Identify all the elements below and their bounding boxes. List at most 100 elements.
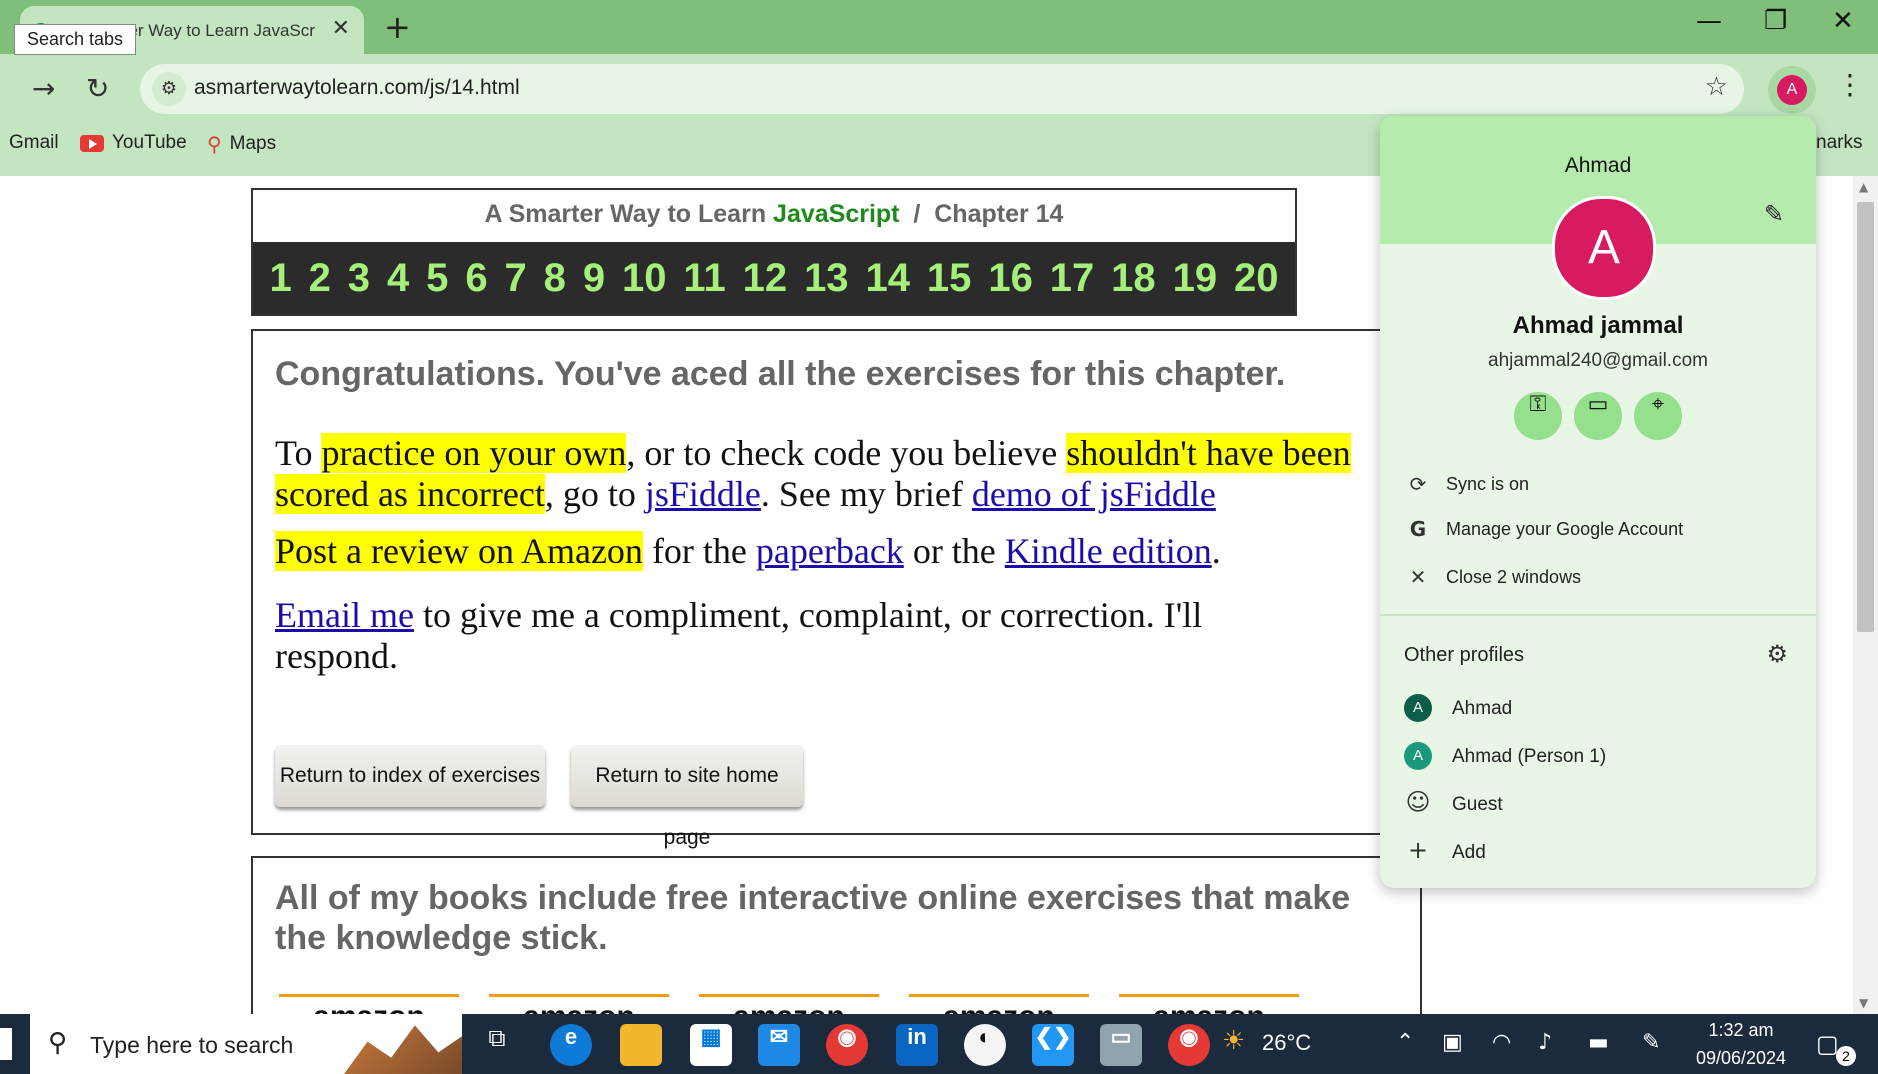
file-explorer-icon[interactable] — [620, 1024, 662, 1066]
addresses-location-icon[interactable]: ⌖ — [1634, 392, 1682, 440]
bookmark-youtube[interactable]: YouTube — [80, 132, 187, 154]
chrome-icon[interactable]: ◉ — [826, 1024, 868, 1066]
task-view-icon[interactable]: ⧉ — [476, 1024, 518, 1066]
profile-avatar-large: A — [1552, 196, 1656, 300]
weather-icon[interactable]: ☀ — [1222, 1026, 1245, 1056]
chapter-link[interactable]: 13 — [804, 256, 849, 301]
chapter-link[interactable]: 19 — [1173, 256, 1218, 301]
return-home-button[interactable]: Return to site home page — [571, 745, 803, 849]
chapter-link[interactable]: 16 — [988, 256, 1033, 301]
avatar: A — [1404, 694, 1432, 722]
bookmark-maps[interactable]: ⚲ Maps — [207, 132, 276, 156]
mail-icon[interactable]: ✉ — [758, 1024, 800, 1066]
sync-icon: ⟳ — [1409, 472, 1427, 496]
chapter-link[interactable]: 14 — [865, 256, 910, 301]
bookmark-gmail[interactable]: Gmail — [9, 132, 59, 154]
chapter-link[interactable]: 7 — [504, 256, 526, 301]
clock-date[interactable]: 09/06/2024 — [1686, 1048, 1796, 1069]
close-windows-item[interactable]: ✕ Close 2 windows — [1380, 557, 1816, 597]
chapter-link[interactable]: 2 — [309, 256, 331, 301]
chevron-up-icon[interactable]: ⌃ — [1396, 1030, 1414, 1055]
linkedin-icon[interactable]: in — [896, 1024, 938, 1066]
passwords-key-icon[interactable]: ⚿ — [1514, 392, 1562, 440]
sync-status-item[interactable]: ⟳ Sync is on — [1380, 464, 1816, 504]
edge-icon[interactable]: e — [550, 1024, 592, 1066]
profile-email: ahjammal240@gmail.com — [1488, 350, 1708, 371]
profile-row-ahmad[interactable]: A Ahmad — [1380, 686, 1816, 730]
window-close-icon[interactable]: ✕ — [1832, 6, 1854, 36]
volume-icon[interactable]: ♪ — [1538, 1030, 1552, 1055]
battery-icon[interactable]: ▬ — [1588, 1030, 1609, 1055]
amazon-book-link[interactable]: amazon — [1119, 994, 1299, 1014]
search-highlight-image — [344, 1025, 462, 1074]
chapter-link[interactable]: 1 — [269, 256, 291, 301]
more-menu-icon[interactable]: ⋮ — [1836, 68, 1864, 101]
chapter-link[interactable]: 15 — [927, 256, 972, 301]
reload-icon[interactable]: ↻ — [86, 72, 109, 105]
scroll-thumb[interactable] — [1857, 202, 1874, 632]
chapter-link[interactable]: 18 — [1111, 256, 1156, 301]
add-profile-row[interactable]: + Add — [1380, 830, 1816, 874]
close-icon: ✕ — [1409, 565, 1427, 589]
taskbar-search[interactable]: ⚲ Type here to search — [30, 1014, 462, 1074]
payment-card-icon[interactable]: ▭ — [1574, 392, 1622, 440]
chapter-link[interactable]: 11 — [683, 256, 725, 301]
demo-jsfiddle-link[interactable]: demo of jsFiddle — [972, 474, 1216, 514]
jsfiddle-link[interactable]: jsFiddle — [645, 474, 761, 514]
url-text[interactable]: asmarterwaytolearn.com/js/14.html — [194, 76, 520, 100]
start-button[interactable] — [0, 1028, 12, 1060]
manage-profiles-gear-icon[interactable]: ⚙ — [1766, 640, 1788, 668]
edit-profile-icon[interactable]: ✎ — [1764, 200, 1784, 228]
forward-icon[interactable]: → — [32, 72, 55, 105]
chapter-link[interactable]: 5 — [426, 256, 448, 301]
profile-button[interactable]: A — [1768, 66, 1816, 114]
site-info-icon[interactable]: ⚙ — [152, 72, 186, 106]
scroll-up-icon[interactable]: ▲ — [1859, 180, 1868, 194]
bookmark-star-icon[interactable]: ☆ — [1705, 72, 1728, 102]
chapter-link[interactable]: 20 — [1234, 256, 1279, 301]
remote-desktop-icon[interactable]: ▭ — [1100, 1024, 1142, 1066]
title-bar: S A Smarter Way to Learn JavaScr ✕ Searc… — [0, 0, 1878, 55]
chrome-profile-icon[interactable]: ◉ — [1168, 1024, 1210, 1066]
search-tabs-tooltip: Search tabs — [14, 24, 137, 55]
chapter-link[interactable]: 12 — [743, 256, 788, 301]
add-icon: + — [1407, 836, 1429, 864]
chapter-link[interactable]: 4 — [387, 256, 409, 301]
chapter-nav: 1 2 3 4 5 6 7 8 9 10 11 12 13 14 15 16 17 18 19 20 — [253, 242, 1295, 314]
chapter-link[interactable]: 8 — [544, 256, 566, 301]
kindle-link[interactable]: Kindle edition — [1005, 531, 1212, 571]
chapter-link[interactable]: 17 — [1050, 256, 1095, 301]
email-me-link[interactable]: Email me — [275, 595, 414, 635]
chapter-link[interactable]: 10 — [622, 256, 667, 301]
chapter-link[interactable]: 9 — [583, 256, 605, 301]
wifi-icon[interactable]: ◠ — [1492, 1030, 1511, 1055]
manage-account-item[interactable]: G Manage your Google Account — [1380, 509, 1816, 549]
restore-icon[interactable]: ❐ — [1764, 6, 1787, 36]
paperback-link[interactable]: paperback — [756, 531, 904, 571]
scroll-down-icon[interactable]: ▼ — [1859, 996, 1868, 1010]
return-index-button[interactable]: Return to index of exercises — [275, 745, 545, 807]
profile-row-ahmad-person1[interactable]: A Ahmad (Person 1) — [1380, 734, 1816, 778]
chapter-link[interactable]: 6 — [465, 256, 487, 301]
amazon-book-link[interactable]: amazon — [279, 994, 459, 1014]
amazon-book-link[interactable]: amazon — [699, 994, 879, 1014]
tab-close-icon[interactable]: ✕ — [332, 16, 350, 41]
chapter-link[interactable]: 3 — [348, 256, 370, 301]
weather-temp[interactable]: 26°C — [1262, 1030, 1311, 1056]
windows-taskbar: ⚲ Type here to search ⧉ e ▦ ✉ ◉ in ◐ ❮❯ … — [0, 1014, 1878, 1074]
bookmarks-folder-fragment[interactable]: narks — [1816, 132, 1862, 154]
vscode-icon[interactable]: ❮❯ — [1032, 1024, 1074, 1066]
clock-time[interactable]: 1:32 am — [1700, 1020, 1782, 1041]
pen-icon[interactable]: ✎ — [1642, 1030, 1660, 1055]
amazon-book-link[interactable]: amazon — [489, 994, 669, 1014]
amazon-book-link[interactable]: amazon — [909, 994, 1089, 1014]
page-scrollbar[interactable]: ▲ ▼ — [1853, 176, 1878, 1014]
new-tab-button[interactable]: + — [384, 8, 411, 46]
store-icon[interactable]: ▦ — [690, 1024, 732, 1066]
minimize-icon[interactable]: — — [1696, 6, 1722, 36]
camera-icon[interactable]: ▣ — [1442, 1030, 1463, 1055]
github-icon[interactable]: ◐ — [964, 1024, 1006, 1066]
profile-row-guest[interactable]: ☺ Guest — [1380, 782, 1816, 826]
address-bar[interactable]: ⚙ asmarterwaytolearn.com/js/14.html ☆ — [140, 64, 1744, 114]
menu-divider — [1380, 614, 1816, 616]
